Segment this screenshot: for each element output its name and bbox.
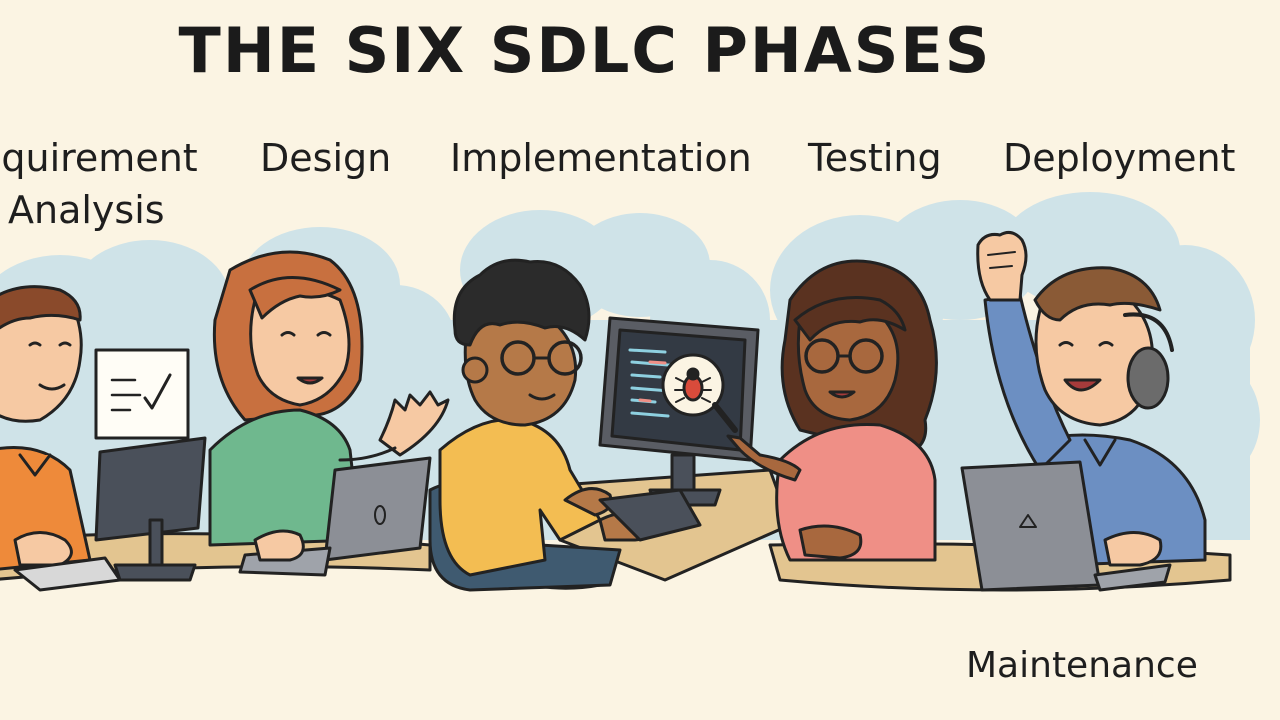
team-illustration [0,192,1260,592]
checklist-icon [94,348,190,440]
